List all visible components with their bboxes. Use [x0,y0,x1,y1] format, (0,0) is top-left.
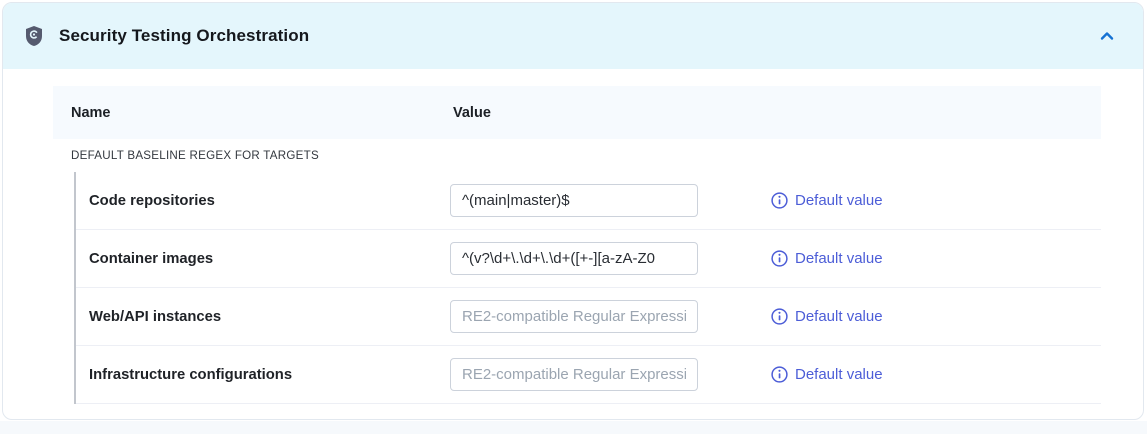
regex-input-infrastructure-configurations[interactable] [450,358,698,391]
row-label: Container images [89,251,450,267]
column-header-name: Name [53,105,111,121]
default-value-label: Default value [795,192,883,209]
row-label: Web/API instances [89,309,450,325]
regex-input-container-images[interactable] [450,242,698,275]
table-row-container-images: Container images Default value [76,230,1101,288]
info-icon [771,192,788,209]
default-value-label: Default value [795,308,883,325]
info-icon [771,308,788,325]
panel-body: Name Value DEFAULT BASELINE REGEX FOR TA… [3,69,1143,404]
default-value-label: Default value [795,366,883,383]
default-value-link[interactable]: Default value [771,192,883,209]
chevron-up-icon[interactable] [1093,22,1121,50]
default-value-label: Default value [795,250,883,267]
panel-title: Security Testing Orchestration [59,26,1093,46]
default-value-link[interactable]: Default value [771,308,883,325]
info-icon [771,366,788,383]
row-label: Code repositories [89,193,450,209]
section-label: DEFAULT BASELINE REGEX FOR TARGETS [53,139,1099,172]
table-row-web-api-instances: Web/API instances Default value [76,288,1101,346]
column-header-value: Value [453,105,491,121]
security-testing-orchestration-panel: Security Testing Orchestration Name Valu… [2,2,1144,420]
regex-input-code-repositories[interactable] [450,184,698,217]
default-value-link[interactable]: Default value [771,250,883,267]
regex-input-web-api-instances[interactable] [450,300,698,333]
panel-header[interactable]: Security Testing Orchestration [3,3,1143,69]
settings-rows-group: Code repositories Default value Containe… [74,172,1101,404]
table-row-code-repositories: Code repositories Default value [76,172,1101,230]
info-icon [771,250,788,267]
table-header-row: Name Value [53,86,1101,139]
row-label: Infrastructure configurations [89,367,450,383]
table-row-infrastructure-configurations: Infrastructure configurations Default va… [76,346,1101,404]
default-value-link[interactable]: Default value [771,366,883,383]
page-background [0,421,1147,434]
shield-scan-icon [23,24,45,48]
